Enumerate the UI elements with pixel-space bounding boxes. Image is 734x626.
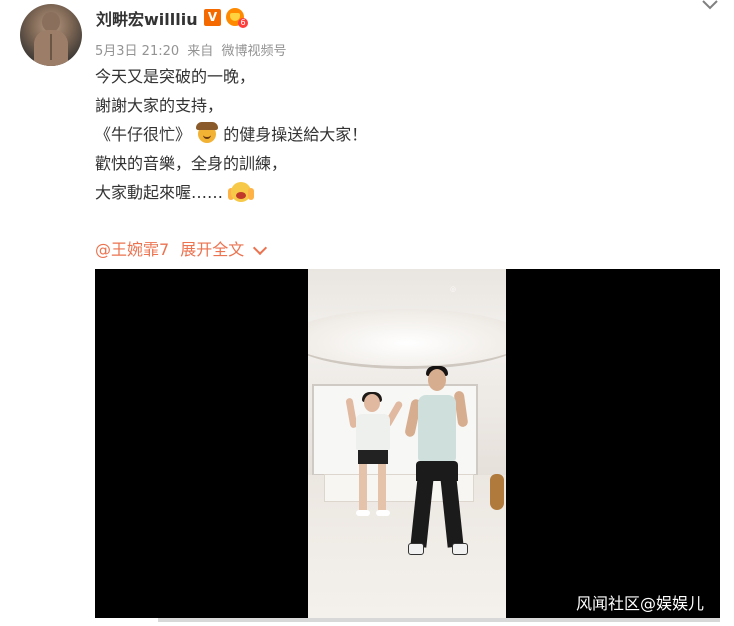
post-meta: 5月3日 21:20 来自 微博视频号 <box>95 40 290 59</box>
site-watermark: 风闻社区@娱娱儿 <box>576 594 705 613</box>
video-player[interactable]: ◎ <box>95 269 720 618</box>
figure-part <box>358 450 388 464</box>
figure-part <box>452 543 468 555</box>
figure-part <box>359 464 367 512</box>
verified-badge-icon: V <box>204 9 221 26</box>
avatar-torso-shape <box>34 30 68 66</box>
ceiling-shape <box>308 309 506 369</box>
emoji-hand-shape <box>248 188 255 200</box>
content-line: 大家動起來喔…… <box>95 178 367 207</box>
cowboy-emoji-icon <box>196 122 219 143</box>
content-line-rest: 的健身操送給大家！ <box>223 125 368 144</box>
figure-part <box>416 461 458 481</box>
figure-part <box>410 476 434 548</box>
content-line: 謝謝大家的支持， <box>95 96 224 115</box>
avatar-head-shape <box>42 12 60 32</box>
mention-link[interactable]: @王婉霏7 <box>95 240 169 259</box>
author-name[interactable]: 刘畊宏willliu <box>96 6 198 30</box>
figure-part <box>376 510 390 516</box>
figure-part <box>440 476 464 548</box>
figure-part <box>428 369 446 391</box>
chevron-down-icon[interactable] <box>702 0 718 10</box>
post-content: 今天又是突破的一晚， 謝謝大家的支持， 《牛仔很忙》 的健身操送給大家！ 歡快的… <box>95 62 367 207</box>
figure-part <box>356 414 390 450</box>
post-timestamp[interactable]: 5月3日 21:20 <box>95 44 179 59</box>
post-source-prefix: 来自 <box>187 44 214 59</box>
figure-part <box>408 543 424 555</box>
figure-part <box>418 395 456 461</box>
guitar-shape <box>490 474 504 510</box>
figure-part <box>378 464 386 512</box>
horizontal-scrollbar[interactable] <box>158 618 720 622</box>
dancer-figure <box>345 392 404 534</box>
content-line-text: 大家動起來喔…… <box>95 183 224 202</box>
video-frame[interactable]: ◎ <box>308 269 506 618</box>
content-line: 《牛仔很忙》 的健身操送給大家！ <box>95 120 367 149</box>
author-avatar[interactable] <box>20 4 82 66</box>
post-source[interactable]: 微博视频号 <box>221 44 286 59</box>
figure-part <box>356 510 370 516</box>
weibo-logo-icon: ◎ <box>450 285 457 293</box>
content-line: 今天又是突破的一晚， <box>95 67 256 86</box>
content-line: 歡快的音樂，全身的訓練， <box>95 154 288 173</box>
mention-row: @王婉霏7 展开全文 <box>95 236 268 260</box>
figure-part <box>364 394 380 412</box>
scream-emoji-icon <box>228 180 255 202</box>
expand-full-text-link[interactable]: 展开全文 <box>180 240 244 259</box>
member-level-badge-icon: 6 <box>226 8 248 28</box>
content-song-title: 《牛仔很忙》 <box>95 125 192 144</box>
chevron-down-icon[interactable] <box>253 240 268 256</box>
member-level-number: 6 <box>238 18 248 28</box>
dancer-figure <box>404 366 470 565</box>
